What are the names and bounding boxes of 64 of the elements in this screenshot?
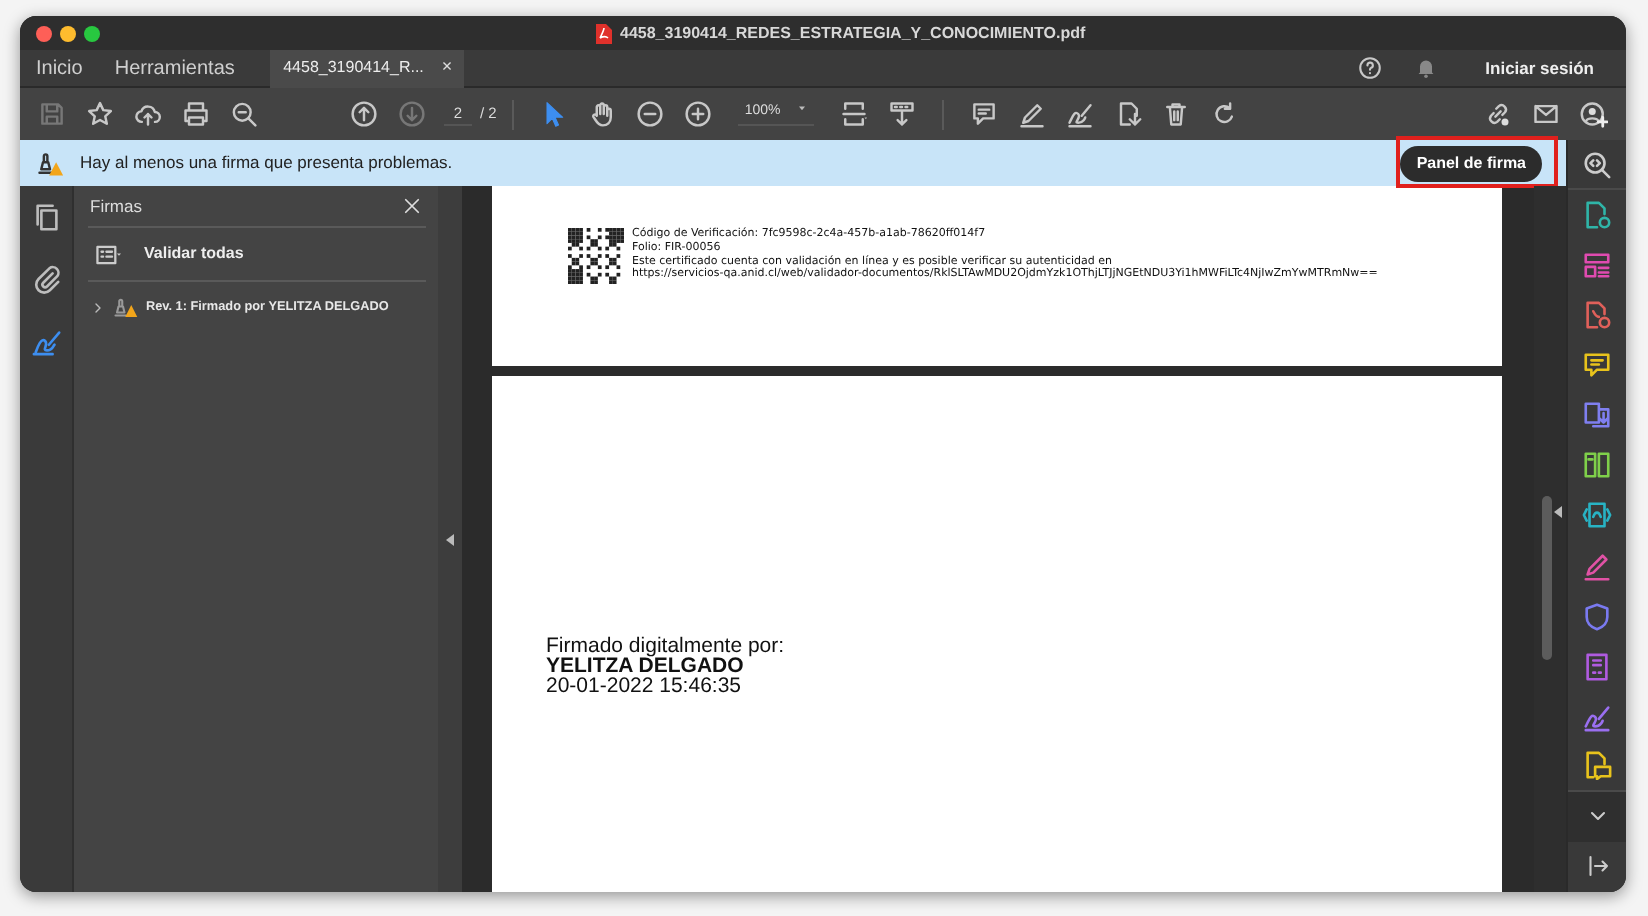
share-link-icon[interactable] — [1484, 100, 1512, 128]
user-add-icon[interactable] — [1580, 100, 1608, 128]
delete-icon[interactable] — [1162, 100, 1191, 128]
columns-icon[interactable] — [1582, 450, 1612, 481]
highlighter-icon[interactable] — [1018, 100, 1047, 128]
paperclip-icon[interactable] — [31, 264, 61, 294]
comment-icon[interactable] — [970, 100, 999, 128]
rotate-icon[interactable] — [1210, 100, 1239, 128]
caret-icon — [796, 102, 809, 115]
pdf-file-icon — [596, 24, 612, 44]
fit-page-icon[interactable] — [840, 100, 869, 128]
hand-icon[interactable] — [588, 100, 617, 128]
scrollbar-thumb[interactable] — [1542, 496, 1552, 660]
signature-pen-icon[interactable] — [31, 326, 61, 356]
signature-text-line: Firmado digitalmente por: — [546, 636, 787, 656]
notification-message: Hay al menos una firma que presenta problemas. — [80, 150, 453, 176]
bell-icon[interactable] — [1413, 56, 1438, 80]
pen-icon[interactable] — [1582, 551, 1612, 582]
close-window-button[interactable] — [36, 25, 52, 41]
tab-close-button[interactable]: × — [441, 54, 453, 82]
zoom-in-icon[interactable] — [684, 100, 713, 128]
form-document-icon[interactable] — [1582, 651, 1612, 682]
zoom-out-icon[interactable] — [636, 100, 665, 128]
star-icon[interactable] — [86, 100, 114, 128]
pages-icon[interactable] — [31, 202, 61, 232]
print-icon[interactable] — [182, 100, 210, 128]
exit-panel-icon[interactable] — [1585, 854, 1609, 879]
qr-code-drawing — [568, 228, 624, 284]
zoom-search-icon[interactable] — [1582, 149, 1612, 180]
minimize-window-button[interactable] — [60, 25, 76, 41]
layout-icon[interactable] — [1582, 250, 1612, 281]
list-options-icon[interactable] — [90, 241, 126, 267]
collapse-panel-arrow-icon[interactable] — [446, 533, 454, 545]
signature-text-line: YELITZA DELGADO — [546, 656, 746, 676]
panel-title: Firmas — [90, 193, 142, 219]
cloud-upload-icon[interactable] — [134, 100, 162, 128]
help-icon[interactable] — [1357, 56, 1382, 80]
validate-all-button[interactable]: Validar todas — [144, 242, 244, 266]
tab[interactable]: Inicio — [20, 49, 99, 87]
signature-warning-icon — [36, 149, 64, 177]
expand-caret-icon[interactable] — [90, 299, 106, 315]
signature-panel-button[interactable]: Panel de firma — [1400, 145, 1542, 181]
close-icon[interactable] — [402, 196, 422, 216]
document-download-icon[interactable] — [1582, 400, 1612, 431]
window-title: 4458_3190414_REDES_ESTRATEGIA_Y_CONOCIMIENTO.pdf — [620, 22, 1086, 46]
collapse-rail-arrow-icon[interactable] — [1554, 506, 1562, 518]
pointer-icon[interactable] — [540, 100, 569, 128]
tab[interactable]: Herramientas — [98, 49, 251, 87]
sign-pen-icon[interactable] — [1066, 100, 1095, 128]
previous-page-icon[interactable] — [350, 100, 378, 128]
comment-icon[interactable] — [1582, 350, 1612, 381]
signature-text-line: 20-01-2022 15:46:35 — [546, 676, 743, 696]
document-badge-icon[interactable] — [1582, 300, 1612, 331]
document-comment-icon[interactable] — [1582, 750, 1612, 781]
scroll-mode-icon[interactable] — [888, 100, 917, 128]
zoom-window-button[interactable] — [84, 25, 100, 41]
sign-in-button[interactable]: Iniciar sesión — [1485, 55, 1594, 81]
mail-icon[interactable] — [1532, 100, 1560, 128]
document-gear-icon[interactable] — [1582, 200, 1612, 231]
shield-icon[interactable] — [1582, 601, 1612, 632]
document-brackets-icon[interactable] — [1582, 500, 1612, 531]
tab[interactable]: 4458_3190414_R... × — [270, 49, 465, 87]
search-icon[interactable] — [230, 100, 258, 128]
sign-pen-icon[interactable] — [1582, 701, 1612, 732]
